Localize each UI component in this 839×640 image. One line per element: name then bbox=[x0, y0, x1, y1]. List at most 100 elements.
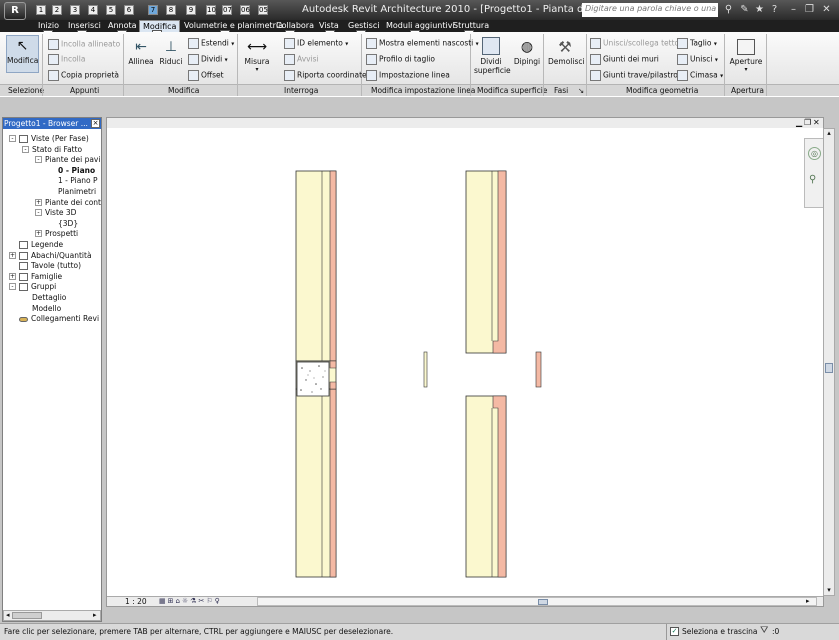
quick-access-keytip[interactable]: 6 bbox=[124, 5, 134, 15]
panel-expand-icon[interactable]: ↘ bbox=[578, 86, 584, 95]
tree-item[interactable]: Prospetti bbox=[45, 229, 78, 238]
wrench-icon[interactable]: ✎ bbox=[738, 3, 751, 16]
zoom-icon[interactable]: ⚲ bbox=[809, 175, 816, 185]
tree-item[interactable]: {3D} bbox=[58, 219, 78, 228]
impostazione-linea-button[interactable]: Impostazione linea bbox=[366, 70, 450, 81]
scroll-left-icon[interactable]: ◂ bbox=[6, 612, 10, 619]
wall-right[interactable] bbox=[465, 170, 507, 578]
tree-item[interactable]: 1 - Piano P bbox=[58, 176, 98, 185]
tree-item[interactable]: Stato di Fatto bbox=[32, 145, 82, 154]
tree-item[interactable]: Piante dei pavi bbox=[45, 155, 100, 164]
unisci-scollega-tetto-button[interactable]: Unisci/scollega tetto bbox=[590, 38, 679, 49]
quick-access-keytip[interactable]: 10 bbox=[206, 5, 216, 15]
mostra-elementi-nascosti-button[interactable]: Mostra elementi nascosti ▾ bbox=[366, 38, 479, 49]
cimasa-button[interactable]: Cimasa ▾ bbox=[677, 70, 723, 81]
giunti-trave-pilastro-button[interactable]: Giunti trave/pilastro bbox=[590, 70, 678, 81]
giunti-dei-muri-button[interactable]: Giunti dei muri bbox=[590, 54, 659, 65]
tree-item[interactable]: Piante dei cont bbox=[45, 198, 101, 207]
tree-item[interactable]: Viste 3D bbox=[45, 208, 76, 217]
drawing-area[interactable]: ▁ ❐ ✕ ◎ ⚲ ▴ ▾ 1: 20 ▦⊞⌂☼⚗✂⚐♀ ▸ bbox=[106, 117, 835, 607]
quick-access-keytip[interactable]: 05 bbox=[258, 5, 268, 15]
tree-item[interactable]: Abachi/Quantità bbox=[31, 251, 92, 260]
horizontal-scroll-thumb[interactable] bbox=[538, 599, 548, 605]
tab-moduli-aggiuntivi[interactable]: Moduli aggiuntivi bbox=[386, 20, 455, 32]
dipingi-button[interactable]: ◍ Dipingi bbox=[513, 37, 541, 66]
id-elemento-button[interactable]: ID elemento ▾ bbox=[284, 38, 348, 49]
view-close-icon[interactable]: ✕ bbox=[813, 119, 820, 127]
offset-button[interactable]: Offset bbox=[188, 70, 224, 81]
filter-icon[interactable]: ⛛ bbox=[760, 625, 768, 637]
collapse-icon[interactable]: - bbox=[35, 209, 42, 216]
tree-item[interactable]: Gruppi bbox=[31, 282, 56, 291]
quick-access-keytip[interactable]: 1 bbox=[36, 5, 46, 15]
riduci-button[interactable]: ⊥ Riduci bbox=[158, 37, 184, 66]
minimize-icon[interactable]: – bbox=[787, 3, 800, 16]
tab-collabora[interactable]: Collabora bbox=[276, 20, 314, 32]
steering-wheel-icon[interactable]: ◎ bbox=[808, 147, 821, 160]
quick-access-keytip[interactable]: 9 bbox=[186, 5, 196, 15]
view-control-icons[interactable]: ▦⊞⌂☼⚗✂⚐♀ bbox=[159, 598, 222, 605]
modifica-tool-button[interactable]: ↖ Modifica bbox=[6, 35, 39, 73]
avvisi-button[interactable]: Avvisi bbox=[284, 54, 319, 65]
expand-icon[interactable]: + bbox=[9, 273, 16, 280]
scroll-up-icon[interactable]: ▴ bbox=[825, 130, 833, 137]
close-icon[interactable]: ✕ bbox=[820, 3, 833, 16]
application-menu-button[interactable]: R bbox=[4, 2, 26, 20]
tree-item[interactable]: Legende bbox=[31, 240, 63, 249]
star-icon[interactable]: ★ bbox=[753, 3, 766, 16]
quick-access-keytip[interactable]: 7 bbox=[148, 5, 158, 15]
collapse-icon[interactable]: - bbox=[9, 135, 16, 142]
unisci-button[interactable]: Unisci ▾ bbox=[677, 54, 718, 65]
search-input[interactable]: Digitare una parola chiave o una fr... bbox=[582, 3, 718, 17]
quick-access-keytip[interactable]: 06 bbox=[240, 5, 250, 15]
browser-horizontal-scrollbar[interactable]: ◂ ▸ bbox=[3, 610, 101, 621]
drag-checkbox[interactable]: ✓ bbox=[670, 627, 679, 636]
tree-item[interactable]: Modello bbox=[32, 304, 61, 313]
expand-icon[interactable]: + bbox=[35, 199, 42, 206]
scroll-down-icon[interactable]: ▾ bbox=[825, 587, 833, 594]
concrete-column[interactable] bbox=[296, 361, 330, 397]
tree-item[interactable]: Planimetri bbox=[58, 187, 96, 196]
quick-access-keytip[interactable]: 3 bbox=[70, 5, 80, 15]
dividi-superficie-button[interactable]: Dividi superficie bbox=[474, 37, 511, 75]
scroll-right-icon[interactable]: ▸ bbox=[806, 598, 810, 605]
restore-icon[interactable]: ❐ bbox=[803, 3, 816, 16]
tree-item[interactable]: Viste (Per Fase) bbox=[31, 134, 89, 143]
quick-access-keytip[interactable]: 8 bbox=[166, 5, 176, 15]
vertical-scroll-thumb[interactable] bbox=[825, 363, 833, 373]
wall-fragment[interactable] bbox=[423, 351, 428, 388]
tree-item[interactable]: Dettaglio bbox=[32, 293, 66, 302]
aperture-button[interactable]: Aperture ▾ bbox=[728, 37, 764, 73]
quick-access-keytip[interactable]: 2 bbox=[52, 5, 62, 15]
horizontal-scrollbar[interactable]: ▸ bbox=[257, 597, 817, 606]
collapse-icon[interactable]: - bbox=[22, 146, 29, 153]
browser-scroll-thumb[interactable] bbox=[12, 612, 42, 619]
allinea-button[interactable]: ⇤ Allinea bbox=[128, 37, 154, 66]
profilo-di-taglio-button[interactable]: Profilo di taglio bbox=[366, 54, 435, 65]
copia-proprieta-button[interactable]: Copia proprietà bbox=[48, 70, 119, 81]
tree-item[interactable]: Tavole (tutto) bbox=[31, 261, 81, 270]
view-restore-icon[interactable]: ❐ bbox=[804, 119, 811, 127]
quick-access-keytip[interactable]: 5 bbox=[106, 5, 116, 15]
finish-fragment[interactable] bbox=[535, 351, 542, 388]
riporta-coordinate-button[interactable]: Riporta coordinate bbox=[284, 70, 367, 81]
tree-item[interactable]: 0 - Piano bbox=[58, 166, 95, 175]
scroll-right-icon[interactable]: ▸ bbox=[93, 612, 97, 619]
browser-close-icon[interactable]: × bbox=[91, 119, 100, 128]
collapse-icon[interactable]: - bbox=[35, 156, 42, 163]
vertical-scrollbar[interactable]: ▴ ▾ bbox=[823, 128, 835, 596]
binoculars-icon[interactable]: ⚲ bbox=[722, 3, 735, 16]
incolla-allineato-button[interactable]: Incolla allineato bbox=[48, 39, 120, 50]
incolla-button[interactable]: Incolla bbox=[48, 54, 85, 65]
misura-button[interactable]: ⟷ Misura ▾ bbox=[244, 37, 270, 73]
tab-volumetrie-e-planimetria[interactable]: Volumetrie e planimetria bbox=[184, 20, 283, 32]
floor-plan-drawing[interactable] bbox=[107, 128, 812, 596]
view-scale[interactable]: 1 : 20 bbox=[125, 597, 147, 606]
view-minimize-icon[interactable]: ▁ bbox=[796, 119, 802, 127]
demolisci-button[interactable]: ⚒ Demolisci bbox=[548, 37, 585, 66]
help-icon[interactable]: ? bbox=[768, 3, 781, 16]
expand-icon[interactable]: + bbox=[35, 230, 42, 237]
tree-item[interactable]: Famiglie bbox=[31, 272, 62, 281]
wall-left[interactable] bbox=[295, 170, 337, 578]
quick-access-keytip[interactable]: 07 bbox=[222, 5, 232, 15]
